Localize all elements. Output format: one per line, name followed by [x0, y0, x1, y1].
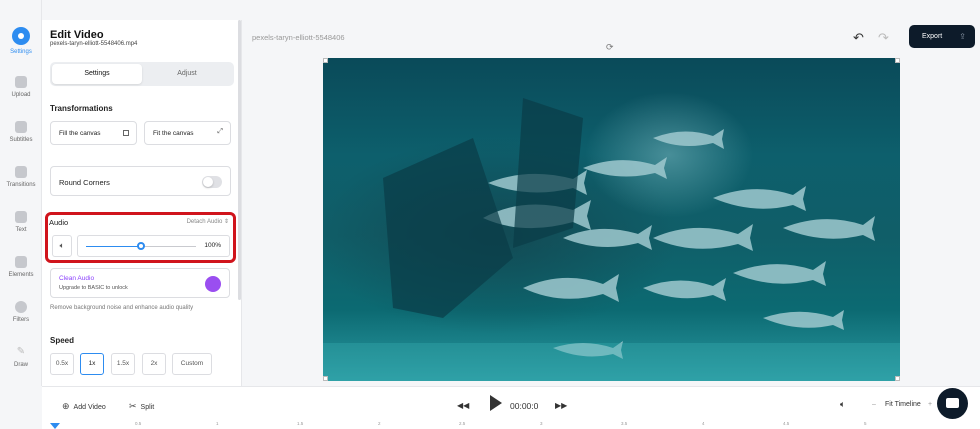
- rail-label: Text: [15, 227, 27, 233]
- ruler-tick: 4.5: [783, 421, 790, 426]
- speed-option-selected[interactable]: 1x: [80, 353, 104, 375]
- rail-item-elements[interactable]: Elements: [0, 256, 42, 278]
- panel-title: Edit Video: [50, 29, 104, 41]
- split-button[interactable]: ✂ Split: [129, 401, 154, 412]
- rail-item-text[interactable]: Text: [0, 211, 42, 233]
- fill-canvas-button[interactable]: Fill the canvas: [50, 121, 137, 145]
- ruler-tick: 3.5: [621, 421, 628, 426]
- draw-icon: ✎: [16, 346, 26, 357]
- transformations-title: Transformations: [50, 104, 113, 113]
- rail-item-settings[interactable]: Settings: [0, 27, 42, 55]
- clean-audio-title: Clean Audio: [59, 275, 95, 282]
- timeline-ruler[interactable]: 0.5 1 1.5 2 2.5 3 3.5 4 4.5 5: [42, 421, 980, 429]
- redo-icon[interactable]: ↷: [878, 30, 889, 46]
- fit-canvas-label: Fit the canvas: [153, 130, 194, 137]
- ruler-tick: 1: [216, 421, 219, 426]
- fill-canvas-label: Fill the canvas: [59, 130, 101, 137]
- tab-settings[interactable]: Settings: [52, 64, 142, 84]
- rail-label: Settings: [10, 49, 32, 55]
- fit-timeline-label: Fit Timeline: [885, 401, 921, 408]
- settings-icon: [12, 27, 30, 45]
- zoom-in-icon[interactable]: +: [928, 401, 932, 408]
- left-rail: Settings Upload Subtitles Transitions Te…: [0, 0, 42, 386]
- scissors-icon: ✂: [129, 401, 137, 411]
- zoom-out-icon[interactable]: –: [872, 401, 876, 408]
- ruler-tick: 2.5: [459, 421, 466, 426]
- clean-audio-subtitle: Upgrade to BASIC to unlock: [59, 285, 128, 291]
- ruler-tick: 3: [540, 421, 543, 426]
- add-video-label: Add Video: [73, 404, 106, 411]
- rail-label: Subtitles: [9, 137, 33, 143]
- elements-icon: [15, 256, 27, 268]
- ruler-tick: 0.5: [135, 421, 142, 426]
- panel-filename: pexels-taryn-elliott-5548406.mp4: [50, 41, 138, 47]
- fast-forward-icon[interactable]: ▶▶: [555, 401, 567, 410]
- project-name[interactable]: pexels-taryn-elliott-5548406: [252, 33, 345, 42]
- rail-item-filters[interactable]: Filters: [0, 301, 42, 323]
- export-button[interactable]: Export ⇪: [909, 25, 975, 48]
- rail-label: Filters: [12, 317, 30, 323]
- fit-canvas-button[interactable]: Fit the canvas ⤢: [144, 121, 231, 145]
- rotate-icon[interactable]: ⟳: [606, 42, 614, 53]
- audio-highlight-box: [45, 212, 236, 263]
- chat-support-button[interactable]: [937, 388, 968, 419]
- rail-item-subtitles[interactable]: Subtitles: [0, 121, 42, 143]
- rail-label: Draw: [13, 362, 28, 368]
- resize-handle[interactable]: [895, 58, 900, 63]
- transitions-icon: [15, 166, 27, 178]
- rail-item-upload[interactable]: Upload: [0, 76, 42, 98]
- split-label: Split: [140, 404, 155, 411]
- video-frame: [323, 98, 900, 381]
- rail-label: Upload: [11, 92, 31, 98]
- round-corners-row: Round Corners: [50, 166, 231, 196]
- resize-handle[interactable]: [323, 376, 328, 381]
- round-corners-label: Round Corners: [59, 178, 110, 187]
- timeline-bar: ⊕ Add Video ✂ Split ◀◀ 00:00:0 ▶▶ 🔈︎ – Fit…: [42, 386, 980, 429]
- settings-tabs: Settings Adjust: [50, 62, 234, 86]
- round-corners-toggle[interactable]: [202, 176, 222, 188]
- resize-handle[interactable]: [895, 376, 900, 381]
- video-preview[interactable]: [323, 58, 900, 381]
- ruler-tick: 1.5: [297, 421, 304, 426]
- tab-adjust[interactable]: Adjust: [142, 64, 232, 84]
- upload-arrow-icon: ⇪: [959, 32, 966, 41]
- timeline-volume-icon[interactable]: 🔈︎: [840, 399, 845, 410]
- play-icon[interactable]: [490, 395, 502, 411]
- expand-icon: [123, 130, 129, 136]
- arrows-diagonal-icon: ⤢: [217, 128, 223, 135]
- undo-icon[interactable]: ↶: [853, 30, 864, 46]
- subtitles-icon: [15, 121, 27, 133]
- rewind-icon[interactable]: ◀◀: [457, 401, 469, 410]
- filters-icon: [15, 301, 27, 313]
- speed-option[interactable]: 0.5x: [50, 353, 74, 375]
- playhead[interactable]: [50, 423, 60, 429]
- speed-option-custom[interactable]: Custom: [172, 353, 212, 375]
- speed-option[interactable]: 1.5x: [111, 353, 135, 375]
- rail-label: Elements: [8, 272, 34, 278]
- resize-handle[interactable]: [323, 58, 328, 63]
- panel-scrollbar[interactable]: [238, 20, 241, 300]
- rail-label: Transitions: [6, 182, 36, 188]
- ruler-tick: 2: [378, 421, 381, 426]
- premium-icon: [205, 276, 221, 292]
- ruler-tick: 4: [702, 421, 705, 426]
- clean-audio-card[interactable]: Clean Audio Upgrade to BASIC to unlock: [50, 268, 230, 298]
- add-video-button[interactable]: ⊕ Add Video: [62, 401, 106, 412]
- upload-icon: [15, 76, 27, 88]
- add-circle-icon: ⊕: [62, 401, 70, 411]
- text-icon: [15, 211, 27, 223]
- rail-item-transitions[interactable]: Transitions: [0, 166, 42, 188]
- settings-panel: Edit Video pexels-taryn-elliott-5548406.…: [42, 20, 242, 386]
- clean-audio-note: Remove background noise and enhance audi…: [50, 305, 194, 311]
- speed-title: Speed: [50, 336, 75, 345]
- current-time: 00:00:0: [510, 401, 539, 411]
- speed-option[interactable]: 2x: [142, 353, 166, 375]
- rail-item-draw[interactable]: ✎ Draw: [0, 346, 42, 368]
- fit-timeline-button[interactable]: Fit Timeline: [885, 401, 921, 408]
- ruler-tick: 5: [864, 421, 867, 426]
- export-label: Export: [922, 33, 943, 40]
